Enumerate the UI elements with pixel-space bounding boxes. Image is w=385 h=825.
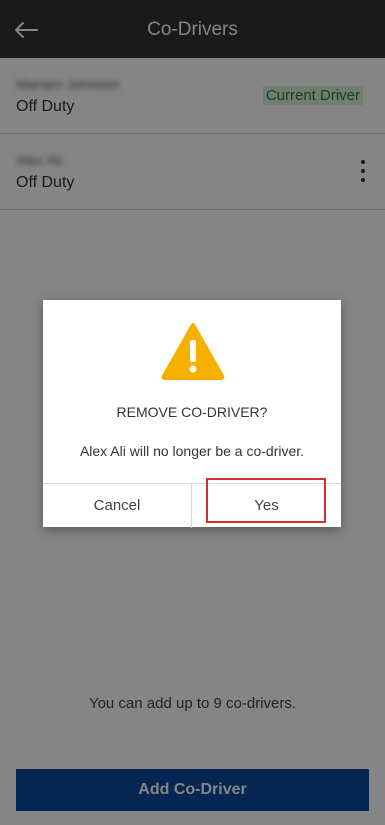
dialog-message: Alex Ali will no longer be a co-driver. (79, 443, 305, 459)
remove-co-driver-dialog: REMOVE CO-DRIVER? Alex Ali will no longe… (43, 300, 341, 528)
cancel-button[interactable]: Cancel (43, 484, 192, 528)
yes-button-highlight (206, 478, 326, 523)
dialog-title: REMOVE CO-DRIVER? (116, 404, 268, 420)
warning-icon (161, 323, 225, 380)
